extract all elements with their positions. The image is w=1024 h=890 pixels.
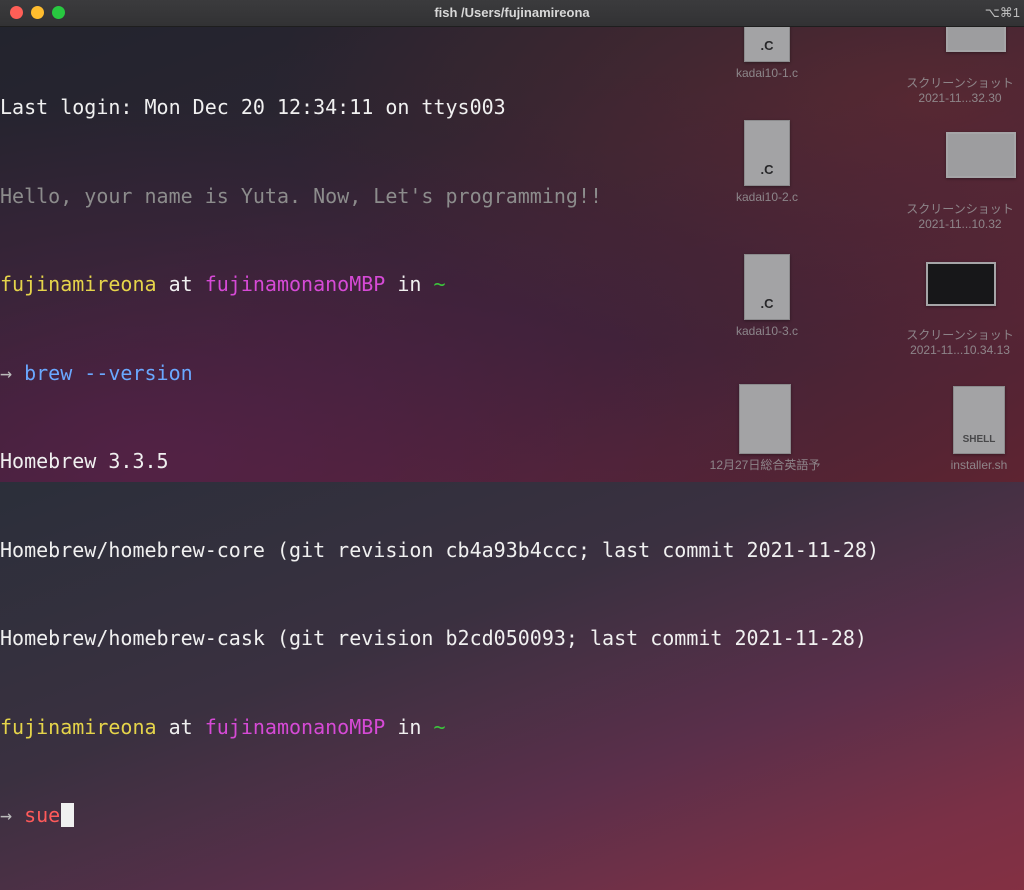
prompt-in: in <box>385 714 434 739</box>
prompt-at: at <box>156 714 205 739</box>
greeting-line: Hello, your name is Yuta. Now, Let's pro… <box>0 183 603 208</box>
prompt-user: fujinamireona <box>0 272 157 296</box>
prompt-dir: ~ <box>433 714 446 739</box>
command-input-line[interactable]: → sue <box>0 801 879 831</box>
prompt-dir: ~ <box>433 272 446 296</box>
prompt-at: at <box>156 272 205 296</box>
prompt-host: fujinamonanoMBP <box>204 272 386 296</box>
command-line: → brew --version <box>0 359 879 389</box>
terminal-content[interactable]: Last login: Mon Dec 20 12:34:11 on ttys0… <box>0 26 1024 827</box>
prompt-host: fujinamonanoMBP <box>204 714 386 739</box>
output-line: Homebrew/homebrew-cask (git revision b2c… <box>0 626 867 650</box>
window-title: fish /Users/fujinamireona <box>434 5 590 20</box>
prompt-line: fujinamireona at fujinamonanoMBP in ~ <box>0 270 879 300</box>
prompt-arrow-icon: → <box>0 803 25 827</box>
prompt-user: fujinamireona <box>0 714 157 739</box>
prompt-arrow-icon: → <box>0 360 25 385</box>
output-line: Homebrew 3.3.5 <box>0 449 169 473</box>
last-login-line: Last login: Mon Dec 20 12:34:11 on ttys0… <box>0 95 506 119</box>
prompt-line: fujinamireona at fujinamonanoMBP in ~ <box>0 713 879 743</box>
prompt-in: in <box>385 272 434 296</box>
window-titlebar[interactable]: fish /Users/fujinamireona ⌥⌘1 <box>0 0 1024 27</box>
command-input[interactable]: sue <box>24 803 60 827</box>
command-text: brew --version <box>24 360 193 385</box>
window-shortcut: ⌥⌘1 <box>984 5 1020 20</box>
terminal-output: Last login: Mon Dec 20 12:34:11 on ttys0… <box>0 34 879 890</box>
text-cursor <box>61 803 75 827</box>
output-line: Homebrew/homebrew-core (git revision cb4… <box>0 537 879 562</box>
